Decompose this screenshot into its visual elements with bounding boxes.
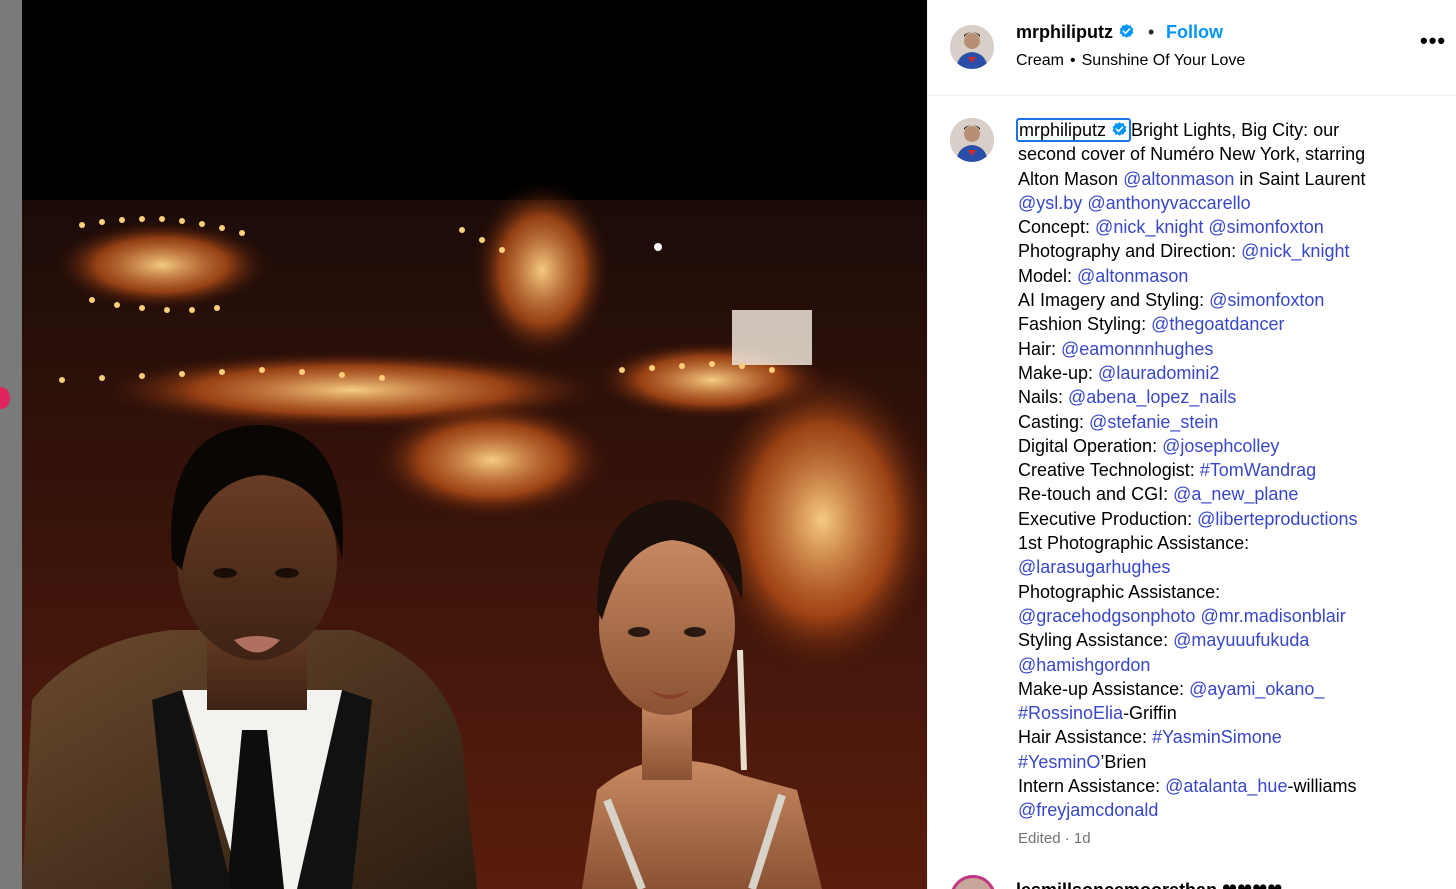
edited-timestamp: Edited · 1d [1018, 830, 1091, 847]
mention-link[interactable]: @josephcolley [1162, 436, 1279, 456]
mention-link[interactable]: @altonmason [1077, 266, 1188, 286]
caption-text-span: Intern Assistance: [1018, 776, 1166, 797]
hashtag-link[interactable]: #YasminSimone [1152, 727, 1282, 747]
mention-link[interactable]: @ysl.by [1018, 193, 1082, 213]
mention-link[interactable]: @altonmason [1123, 169, 1234, 189]
mention-link[interactable]: @atalanta_hue [1165, 776, 1287, 796]
mention-link[interactable]: @eamonnnhughes [1061, 339, 1213, 359]
verified-badge-icon [1119, 24, 1134, 38]
hashtag-link[interactable]: #RossinoElia [1018, 703, 1123, 723]
caption-text-span: Casting: [1018, 411, 1090, 432]
caption-text-span: Nails: [1018, 387, 1069, 408]
caption-text-span: -Griffin [1123, 703, 1177, 724]
more-options-icon[interactable]: ••• [1420, 28, 1446, 54]
mention-link[interactable]: @a_new_plane [1173, 484, 1298, 504]
caption-line: second cover of Numéro New York, starrin… [1018, 144, 1366, 165]
caption-text-span: Photography and Direction: [1018, 241, 1242, 262]
caption-text-span: Styling Assistance: [1018, 630, 1174, 651]
caption-line: 1st Photographic Assistance: [1018, 533, 1250, 554]
background-strip [0, 0, 22, 889]
caption-text-span: Creative Technologist: [1018, 460, 1200, 481]
commenter-avatar[interactable] [950, 875, 996, 889]
caption-text-span: -williams [1287, 776, 1357, 797]
music-artist[interactable]: Cream [1016, 52, 1064, 69]
mention-link[interactable]: @anthonyvaccarello [1087, 193, 1250, 213]
caption-author-avatar[interactable] [950, 118, 994, 162]
mention-link[interactable]: @simonfoxton [1209, 290, 1324, 310]
post-header: mrphiliputz • Follow Cream • Sunshine Of Y… [928, 0, 1456, 96]
author-avatar[interactable] [950, 25, 994, 69]
mention-link[interactable]: @larasugarhughes [1018, 557, 1170, 577]
mention-link[interactable]: @nick_knight [1241, 241, 1349, 261]
caption-text-span: ’Brien [1100, 751, 1147, 772]
header-separator: • [1148, 22, 1155, 42]
author-username-text[interactable]: mrphiliputz [1016, 22, 1113, 42]
caption-text-span: Model: [1018, 265, 1078, 286]
mention-link[interactable]: @thegoatdancer [1151, 314, 1284, 334]
caption-line: Photographic Assistance: [1018, 581, 1221, 602]
verified-badge-icon [1112, 122, 1127, 136]
caption-line: Bright Lights, Big City: our [1131, 120, 1340, 140]
mention-link[interactable]: @stefanie_stein [1089, 412, 1218, 432]
caption-text-span: Make-up: [1018, 362, 1099, 383]
follow-button[interactable]: Follow [1166, 22, 1223, 43]
mention-link[interactable]: @hamishgordon [1018, 655, 1150, 675]
caption-text-span: Concept: [1018, 217, 1096, 238]
mention-link[interactable]: @mayuuufukuda [1173, 630, 1309, 650]
mention-link[interactable]: @mr.madisonblair [1200, 606, 1345, 626]
hashtag-link[interactable]: #YesminO [1018, 752, 1100, 772]
caption-text-span: Hair Assistance: [1018, 727, 1153, 748]
mention-link[interactable]: @ayami_okano_ [1189, 679, 1324, 699]
mention-link[interactable]: @liberteproductions [1197, 509, 1357, 529]
post-side-panel: mrphiliputz • Follow Cream • Sunshine Of Y… [927, 0, 1456, 889]
next-comment-text: lesmillsoncemoorethan ❤❤❤❤ [1016, 880, 1282, 889]
caption-text-span: Alton Mason [1018, 168, 1124, 189]
mention-link[interactable]: @lauradomini2 [1098, 363, 1219, 383]
caption-text: mrphiliputz Bright Lights, Big City: our… [1016, 118, 1438, 823]
hashtag-link[interactable]: #TomWandrag [1200, 460, 1316, 480]
mention-link[interactable]: @nick_knight [1095, 217, 1203, 237]
caption-text-span: Re-touch and CGI: [1018, 484, 1174, 505]
caption-username-text[interactable]: mrphiliputz [1019, 120, 1106, 140]
caption-text-span: Hair: [1018, 338, 1062, 359]
post-image[interactable] [22, 0, 927, 889]
music-separator: • [1070, 52, 1076, 69]
caption-text-span: AI Imagery and Styling: [1018, 290, 1210, 311]
mention-link[interactable]: @gracehodgsonphoto [1018, 606, 1195, 626]
mention-link[interactable]: @abena_lopez_nails [1068, 387, 1236, 407]
caption-text-span: in Saint Laurent [1234, 168, 1366, 189]
caption-text-span: Digital Operation: [1018, 435, 1163, 456]
author-username[interactable]: mrphiliputz [1016, 22, 1135, 43]
mention-link[interactable]: @simonfoxton [1208, 217, 1323, 237]
mention-link[interactable]: @freyjamcdonald [1018, 800, 1158, 820]
music-track[interactable]: Sunshine Of Your Love [1082, 52, 1246, 69]
music-info[interactable]: Cream • Sunshine Of Your Love [1016, 52, 1245, 70]
caption-text-span: Fashion Styling: [1018, 314, 1152, 335]
caption-text-span: Executive Production: [1018, 508, 1198, 529]
caption-username[interactable]: mrphiliputz [1016, 118, 1132, 142]
caption-text-span: Make-up Assistance: [1018, 678, 1190, 699]
